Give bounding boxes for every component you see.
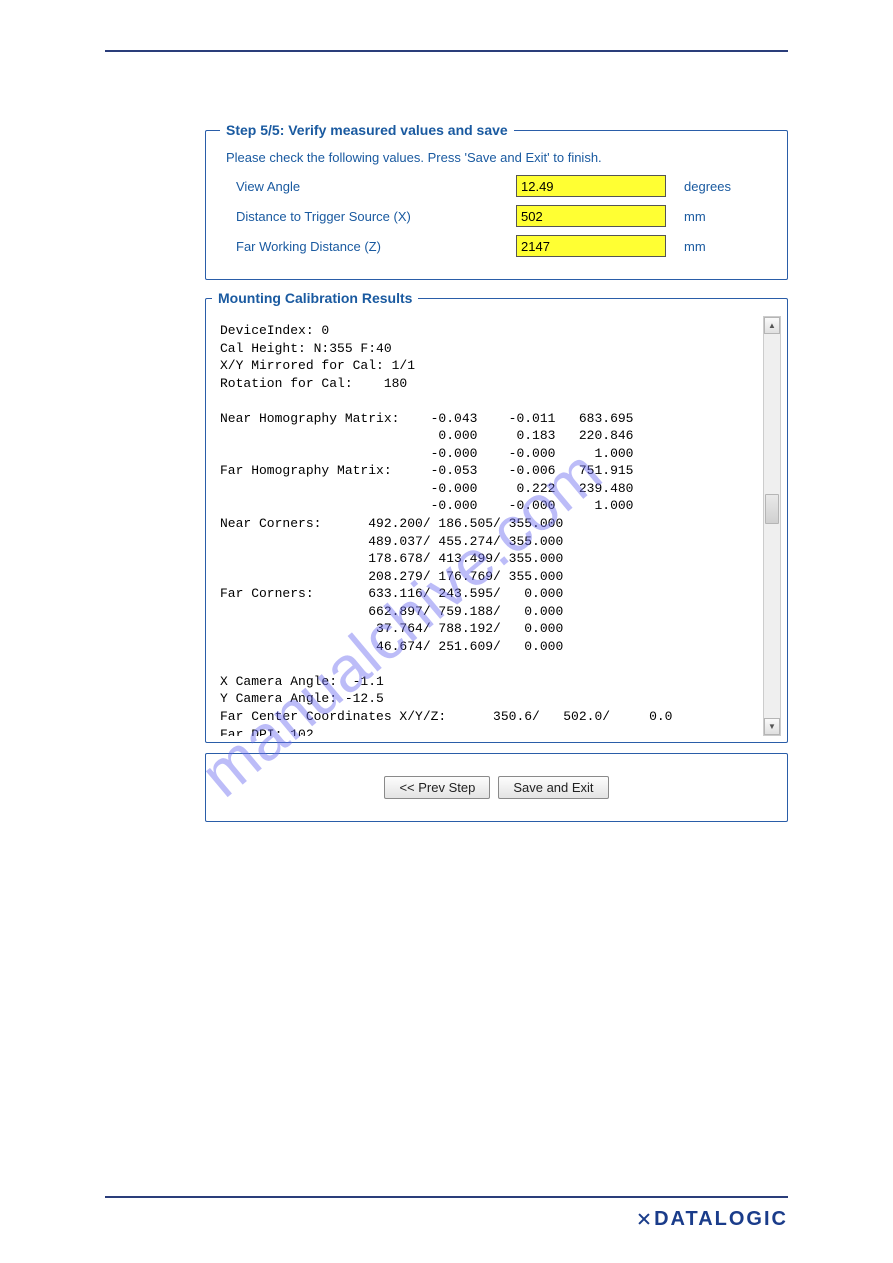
wizard-buttons-panel: << Prev Step Save and Exit [205,753,788,822]
unit-far-z: mm [684,239,706,254]
top-divider [105,50,788,52]
row-distance-x: Distance to Trigger Source (X) mm [236,205,773,227]
input-view-angle[interactable] [516,175,666,197]
scroll-down-icon[interactable]: ▼ [764,718,780,735]
bottom-divider [105,1196,788,1198]
step-instruction: Please check the following values. Press… [226,150,773,165]
label-distance-x: Distance to Trigger Source (X) [236,209,516,224]
input-far-z[interactable] [516,235,666,257]
logo-icon [634,1209,654,1229]
brand-logo: DATALOGIC [105,1208,788,1231]
scroll-track[interactable] [764,334,780,718]
results-title: Mounting Calibration Results [212,290,418,306]
unit-view-angle: degrees [684,179,731,194]
scroll-thumb[interactable] [765,494,779,524]
footer: DATALOGIC [105,1196,788,1231]
results-scrollarea: DeviceIndex: 0 Cal Height: N:355 F:40 X/… [212,316,781,736]
label-view-angle: View Angle [236,179,516,194]
label-far-z: Far Working Distance (Z) [236,239,516,254]
scrollbar[interactable]: ▲ ▼ [763,316,781,736]
step-panel: Step 5/5: Verify measured values and sav… [205,122,788,280]
scroll-up-icon[interactable]: ▲ [764,317,780,334]
brand-text: DATALOGIC [654,1208,788,1230]
results-panel: Mounting Calibration Results DeviceIndex… [205,290,788,743]
save-exit-button[interactable]: Save and Exit [498,776,608,799]
step-title: Step 5/5: Verify measured values and sav… [220,122,514,138]
results-text: DeviceIndex: 0 Cal Height: N:355 F:40 X/… [212,316,763,736]
row-far-z: Far Working Distance (Z) mm [236,235,773,257]
unit-distance-x: mm [684,209,706,224]
row-view-angle: View Angle degrees [236,175,773,197]
input-distance-x[interactable] [516,205,666,227]
prev-step-button[interactable]: << Prev Step [384,776,490,799]
